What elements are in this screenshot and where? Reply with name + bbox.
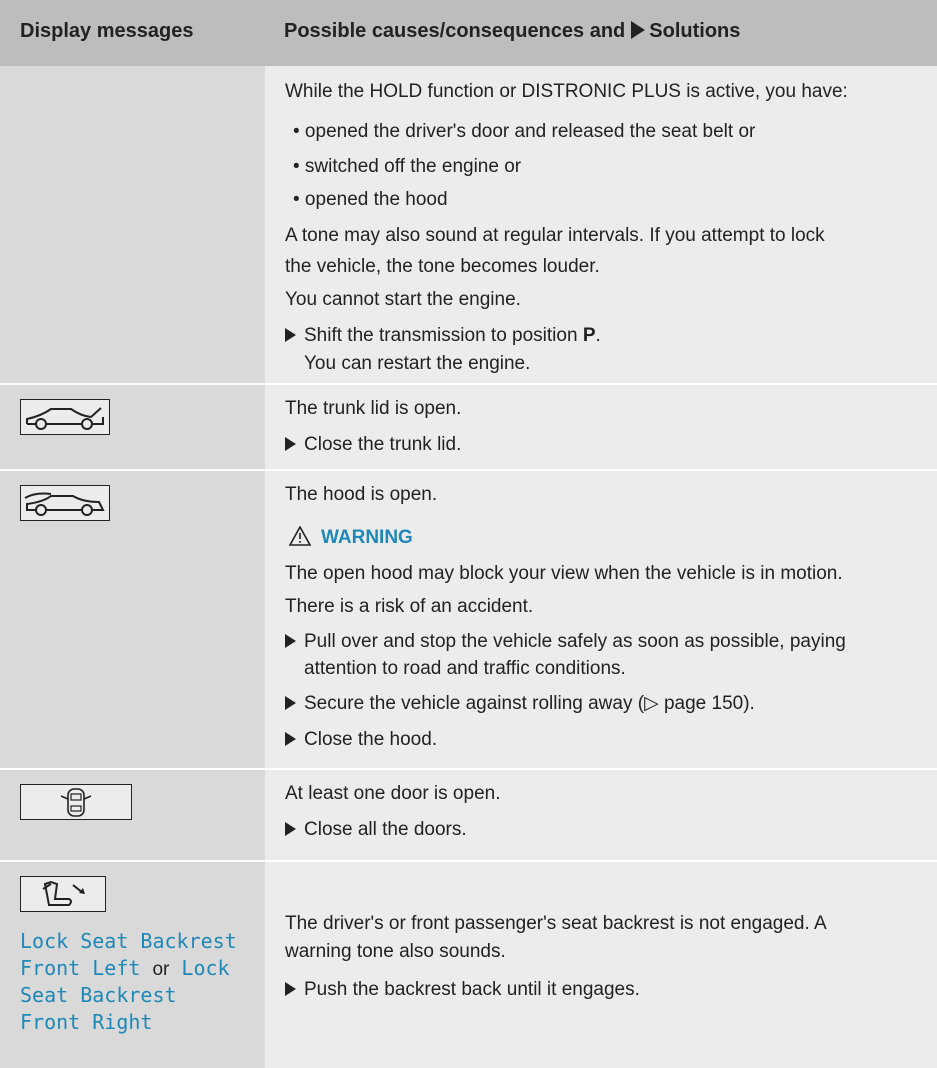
action-arrow-icon [285,696,296,710]
seat-message-line-3: Seat Backrest [20,983,177,1007]
header-causes-text: Possible causes/consequences and [284,20,626,42]
door-open-icon [20,784,132,820]
hood-text: The hood is open. [285,484,438,505]
position-letter: P [582,325,596,346]
warning-text-1: The open hood may block your view when t… [285,563,843,584]
seat-backrest-icon [20,876,106,912]
header-solutions-text: Solutions [649,20,741,42]
seat-text-1: The driver's or front passenger's seat b… [285,913,827,934]
solution-arrow-icon [631,21,646,39]
table-row: Lock Seat Backrest Front Left or Lock Se… [0,862,937,1068]
solution-cell: The trunk lid is open. Close the trunk l… [265,385,937,469]
action-text: Pull over and stop the vehicle safely as… [304,631,846,652]
message-cell [0,770,265,860]
seat-text-2: warning tone also sounds. [285,941,506,962]
seat-message-line-1: Lock Seat Backrest [20,929,237,953]
hood-open-icon [20,485,110,521]
solution-cell: While the HOLD function or DISTRONIC PLU… [265,66,937,383]
seat-message-line-2: Front Left or Lock [20,955,230,983]
solution-cell: At least one door is open. Close all the… [265,770,937,860]
table-header: Display messages Possible causes/consequ… [0,0,937,66]
list-item: • switched off the engine or [293,156,522,177]
message-cell [0,66,265,383]
action-step: Close the hood. [285,728,437,752]
table-row: The hood is open. WARNING The open hood … [0,471,937,768]
action-arrow-icon [285,732,296,746]
message-cell [0,471,265,768]
trunk-open-icon [20,399,110,435]
action-period: . [595,325,601,346]
seat-message-front-left: Front Left [20,956,141,980]
action-arrow-icon [285,437,296,451]
list-item: • opened the hood [293,189,448,210]
message-cell [0,385,265,469]
action-arrow-icon [285,982,296,996]
list-item: • opened the driver's door and released … [293,121,756,142]
or-text: or [152,959,170,980]
message-cell: Lock Seat Backrest Front Left or Lock Se… [0,862,265,1068]
table-row: While the HOLD function or DISTRONIC PLU… [0,66,937,383]
action-text: Shift the transmission to position [304,325,583,346]
action-step: Pull over and stop the vehicle safely as… [285,630,846,654]
action-continuation: attention to road and traffic conditions… [304,658,626,679]
warning-text-2: There is a risk of an accident. [285,596,534,617]
action-text: Close the hood. [304,729,438,750]
warning-heading: WARNING [288,525,413,550]
action-step: Close the trunk lid. [285,433,461,457]
table-row: The trunk lid is open. Close the trunk l… [0,385,937,469]
seat-message-lock: Lock [181,956,230,980]
header-causes-solutions: Possible causes/consequences and Solution… [284,20,740,43]
solution-cell: The hood is open. WARNING The open hood … [265,471,937,768]
solution-cell: The driver's or front passenger's seat b… [265,862,937,1068]
warning-label: WARNING [321,527,413,548]
action-step: Secure the vehicle against rolling away … [285,692,755,716]
table-row: At least one door is open. Close all the… [0,770,937,860]
action-text: Close the trunk lid. [304,434,462,455]
action-arrow-icon [285,634,296,648]
action-arrow-icon [285,822,296,836]
warning-triangle-icon [288,525,312,546]
trunk-text: The trunk lid is open. [285,398,462,419]
tone-text-1: A tone may also sound at regular interva… [285,225,825,246]
hold-intro: While the HOLD function or DISTRONIC PLU… [285,81,848,102]
door-text: At least one door is open. [285,783,501,804]
page-reference-link: Secure the vehicle against rolling away … [304,693,755,714]
action-text: Push the backrest back until it engages. [304,979,640,1000]
tone-text-2: the vehicle, the tone becomes louder. [285,256,600,277]
action-arrow-icon [285,328,296,342]
action-step: Shift the transmission to position P. [285,324,601,348]
action-text: Close all the doors. [304,819,467,840]
no-start-text: You cannot start the engine. [285,289,521,310]
header-display-messages: Display messages [20,20,194,42]
restart-text: You can restart the engine. [304,353,531,374]
seat-message-line-4: Front Right [20,1010,153,1034]
action-step: Push the backrest back until it engages. [285,978,640,1002]
action-step: Close all the doors. [285,818,467,842]
